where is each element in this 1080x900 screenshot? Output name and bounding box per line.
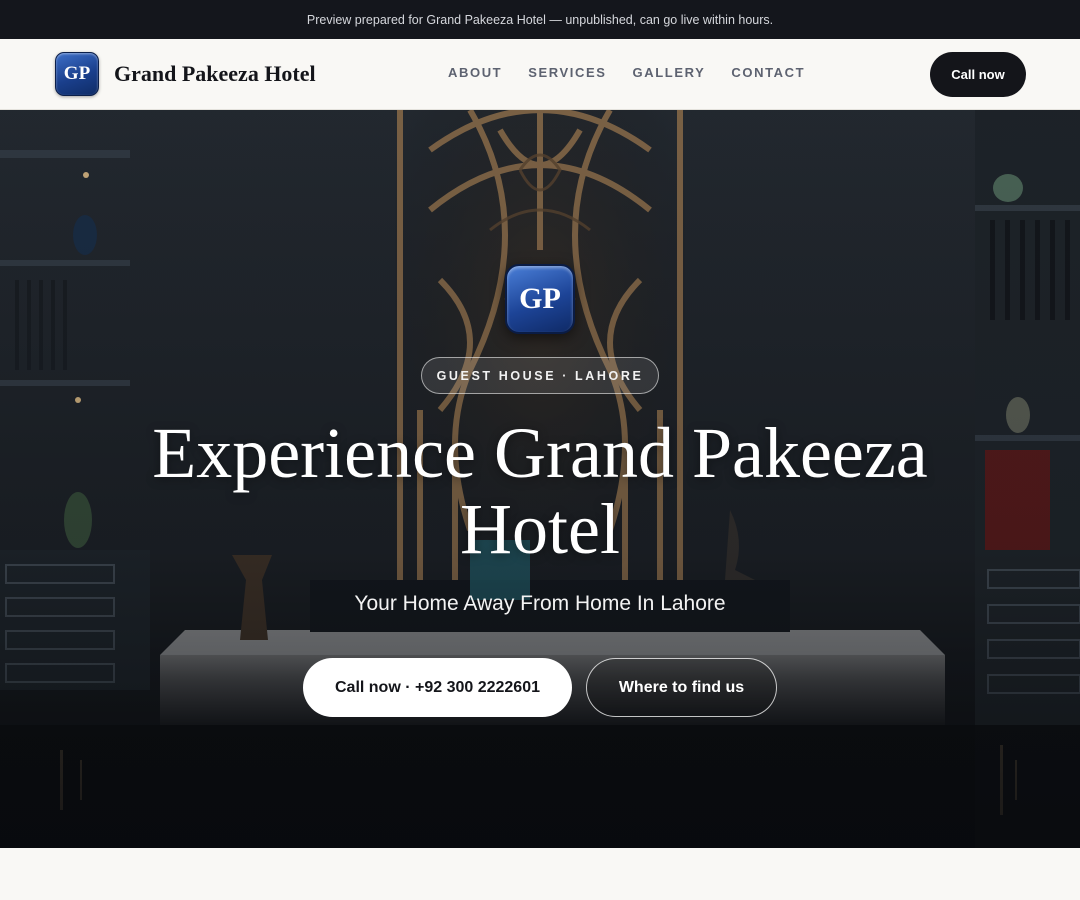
hero-section: GP GUEST HOUSE · LAHORE Experience Grand… <box>0 110 1080 848</box>
call-now-button[interactable]: Call now · +92 300 2222601 <box>303 658 572 717</box>
site-header: GP Grand Pakeeza Hotel ABOUT SERVICES GA… <box>0 39 1080 110</box>
nav-services[interactable]: SERVICES <box>528 65 606 80</box>
hero-logo-badge: GP <box>505 264 575 334</box>
hero-title: Experience Grand Pakeeza Hotel <box>152 413 928 569</box>
hero-kicker: GUEST HOUSE · LAHORE <box>421 357 659 394</box>
main-nav: ABOUT SERVICES GALLERY CONTACT <box>448 65 805 80</box>
nav-gallery[interactable]: GALLERY <box>633 65 706 80</box>
nav-contact[interactable]: CONTACT <box>731 65 805 80</box>
preview-banner-text: Preview prepared for Grand Pakeeza Hotel… <box>306 12 774 27</box>
brand-name[interactable]: Grand Pakeeza Hotel <box>114 61 316 87</box>
preview-banner: Preview prepared for Grand Pakeeza Hotel… <box>0 0 1080 39</box>
logo-badge[interactable]: GP <box>55 52 99 96</box>
nav-about[interactable]: ABOUT <box>448 65 502 80</box>
hero-subtitle: Your Home Away From Home In Lahore <box>354 592 726 615</box>
find-us-button[interactable]: Where to find us <box>586 658 777 717</box>
header-call-button[interactable]: Call now <box>930 52 1026 97</box>
